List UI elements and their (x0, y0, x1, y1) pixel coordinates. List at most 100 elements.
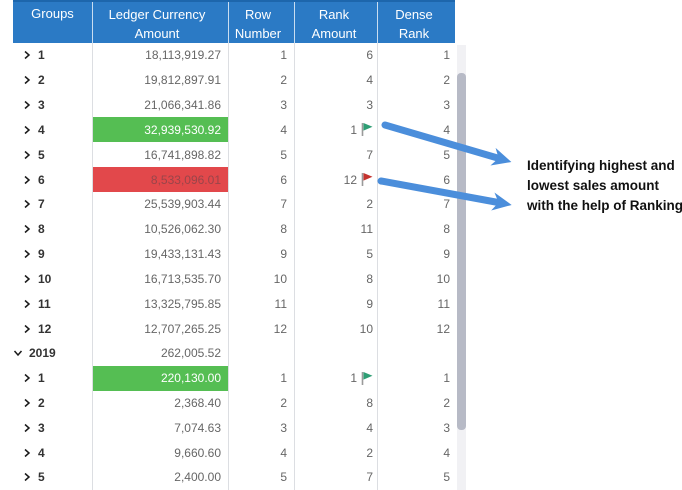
dense-rank-cell: 7 (378, 192, 455, 217)
rank-amount-cell: 1 (295, 117, 378, 142)
row-number-cell: 9 (229, 242, 295, 267)
table-row[interactable]: 516,741,898.82575 (13, 142, 455, 167)
chevron-right-icon[interactable] (22, 448, 32, 458)
rank-amount-value: 8 (366, 272, 373, 286)
ledger-amount-cell: 19,812,897.91 (93, 68, 229, 93)
dense-rank-cell: 12 (378, 316, 455, 341)
chevron-down-icon[interactable] (13, 348, 23, 358)
dense-rank-cell: 9 (378, 242, 455, 267)
scrollbar-thumb[interactable] (457, 73, 466, 430)
rank-amount-value: 2 (366, 197, 373, 211)
column-header-label: Row (245, 5, 271, 24)
ledger-amount-cell: 32,939,530.92 (93, 117, 229, 142)
table-row[interactable]: 219,812,897.91242 (13, 68, 455, 93)
column-header-dense-rank[interactable]: DenseRank (378, 2, 455, 43)
row-number-cell: 7 (229, 192, 295, 217)
table-row[interactable]: 725,539,903.44727 (13, 192, 455, 217)
group-label: 11 (38, 297, 51, 311)
table-row[interactable]: 68,533,096.016126 (13, 167, 455, 192)
chevron-right-icon[interactable] (22, 199, 32, 209)
rank-amount-value: 5 (366, 247, 373, 261)
rank-amount-value: 4 (366, 421, 373, 435)
ledger-amount-cell: 12,707,265.25 (93, 316, 229, 341)
chevron-right-icon[interactable] (22, 423, 32, 433)
row-number-cell: 12 (229, 316, 295, 341)
table-row[interactable]: 49,660.60424 (13, 440, 455, 465)
chevron-right-icon[interactable] (22, 224, 32, 234)
row-number-cell: 1 (229, 43, 295, 68)
group-cell: 4 (13, 440, 93, 465)
rank-amount-value: 12 (344, 173, 357, 187)
table-row[interactable]: 118,113,919.27161 (13, 43, 455, 68)
row-number-cell: 11 (229, 291, 295, 316)
column-header-row-number[interactable]: RowNumber (229, 2, 295, 43)
chevron-right-icon[interactable] (22, 50, 32, 60)
column-header-ledger[interactable]: Ledger CurrencyAmount (93, 2, 229, 43)
chevron-right-icon[interactable] (22, 373, 32, 383)
group-cell: 10 (13, 266, 93, 291)
dense-rank-cell: 1 (378, 43, 455, 68)
table-row[interactable]: 1113,325,795.8511911 (13, 291, 455, 316)
group-label: 4 (38, 123, 45, 137)
group-cell: 5 (13, 142, 93, 167)
chevron-right-icon[interactable] (22, 249, 32, 259)
rank-amount-cell: 12 (295, 167, 378, 192)
ledger-amount-cell: 2,400.00 (93, 465, 229, 490)
chevron-right-icon[interactable] (22, 398, 32, 408)
chevron-right-icon[interactable] (22, 274, 32, 284)
table-row[interactable]: 321,066,341.86333 (13, 93, 455, 118)
ledger-amount-cell: 16,713,535.70 (93, 266, 229, 291)
rank-amount-cell: 2 (295, 440, 378, 465)
group-cell: 4 (13, 117, 93, 142)
ranking-table: GroupsLedger CurrencyAmountRowNumberRank… (13, 0, 455, 490)
chevron-right-icon[interactable] (22, 125, 32, 135)
ledger-amount-cell: 8,533,096.01 (93, 167, 229, 192)
column-header-groups[interactable]: Groups (13, 2, 93, 43)
table-row[interactable]: 52,400.00575 (13, 465, 455, 490)
rank-amount-value: 1 (350, 371, 357, 385)
group-label: 6 (38, 173, 45, 187)
row-number-cell (229, 341, 295, 366)
chevron-right-icon[interactable] (22, 299, 32, 309)
chevron-right-icon[interactable] (22, 100, 32, 110)
group-cell: 12 (13, 316, 93, 341)
chevron-right-icon[interactable] (22, 472, 32, 482)
ledger-amount-cell: 25,539,903.44 (93, 192, 229, 217)
ledger-amount-cell: 21,066,341.86 (93, 93, 229, 118)
table-row[interactable]: 2019262,005.52 (13, 341, 455, 366)
table-row[interactable]: 1220,130.00111 (13, 366, 455, 391)
chevron-right-icon[interactable] (22, 324, 32, 334)
rank-amount-cell: 6 (295, 43, 378, 68)
vertical-scrollbar[interactable] (457, 45, 466, 490)
column-header-rank-amount[interactable]: RankAmount (295, 2, 378, 43)
row-number-cell: 1 (229, 366, 295, 391)
group-label: 5 (38, 470, 45, 484)
group-label: 10 (38, 272, 51, 286)
rank-amount-value: 3 (366, 98, 373, 112)
table-row[interactable]: 1212,707,265.25121012 (13, 316, 455, 341)
group-cell: 3 (13, 93, 93, 118)
table-row[interactable]: 1016,713,535.7010810 (13, 266, 455, 291)
annotation-line: Identifying highest and (527, 156, 682, 176)
rank-amount-value: 8 (366, 396, 373, 410)
ledger-amount-cell: 10,526,062.30 (93, 217, 229, 242)
chevron-right-icon[interactable] (22, 175, 32, 185)
green-flag-icon (360, 122, 373, 137)
table-row[interactable]: 810,526,062.308118 (13, 217, 455, 242)
annotation-text: Identifying highest and lowest sales amo… (527, 156, 682, 216)
green-flag-icon (360, 371, 373, 386)
column-header-label: Amount (135, 24, 180, 43)
group-cell: 9 (13, 242, 93, 267)
group-label: 2019 (29, 346, 56, 360)
table-row[interactable]: 22,368.40282 (13, 391, 455, 416)
dense-rank-cell: 8 (378, 217, 455, 242)
chevron-right-icon[interactable] (22, 75, 32, 85)
row-number-cell: 5 (229, 142, 295, 167)
ledger-amount-cell: 2,368.40 (93, 391, 229, 416)
table-row[interactable]: 432,939,530.92414 (13, 117, 455, 142)
row-number-cell: 4 (229, 440, 295, 465)
chevron-right-icon[interactable] (22, 150, 32, 160)
ledger-amount-cell: 18,113,919.27 (93, 43, 229, 68)
table-row[interactable]: 919,433,131.43959 (13, 242, 455, 267)
table-row[interactable]: 37,074.63343 (13, 415, 455, 440)
